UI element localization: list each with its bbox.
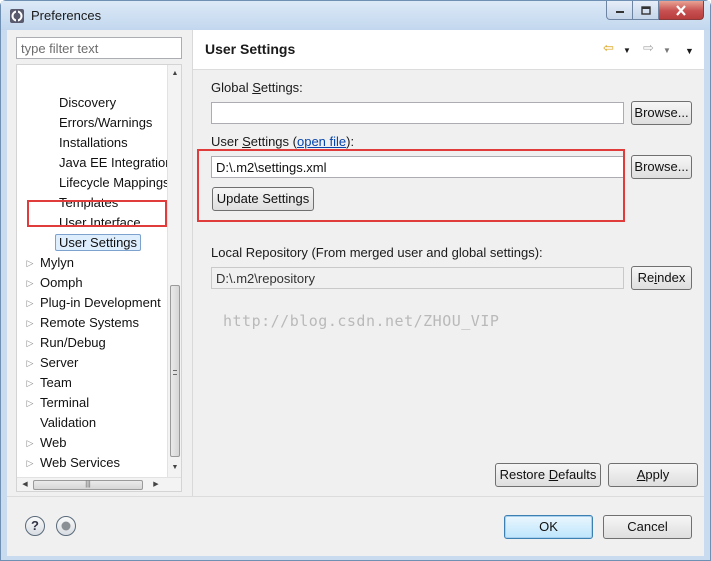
tree-item-label: Oomph (40, 275, 83, 290)
apply-button[interactable]: Apply (608, 463, 698, 487)
scroll-right-icon[interactable]: ▶ (149, 478, 163, 491)
user-settings-input[interactable] (211, 156, 624, 178)
tree-item-label: Web (40, 435, 67, 450)
page-header: User Settings ⇦ ▼ ⇨ ▼ ▼ (193, 30, 704, 70)
record-icon (61, 521, 71, 531)
tree-item-label: Java EE Integration (59, 155, 173, 170)
preferences-window: Preferences Discovery Errors/Warnings Inst… (0, 0, 711, 561)
tree-item-java-ee-integration[interactable]: Java EE Integration (59, 153, 172, 173)
back-arrow-icon[interactable]: ⇦ (603, 41, 614, 55)
forward-arrow-icon[interactable]: ⇨ (643, 41, 654, 55)
restore-defaults-button[interactable]: Restore Defaults (495, 463, 601, 487)
tree-item-label: Mylyn (40, 255, 74, 270)
expand-chevron-icon[interactable]: ▷ (24, 373, 36, 393)
eclipse-preferences-icon (10, 9, 24, 23)
horizontal-scroll-thumb[interactable]: ||| (33, 480, 143, 490)
close-icon (676, 4, 686, 16)
back-menu-chevron-icon[interactable]: ▼ (623, 44, 631, 58)
expand-chevron-icon[interactable]: ▷ (24, 353, 36, 373)
expand-chevron-icon[interactable]: ▷ (24, 273, 36, 293)
tree-item-label: Installations (59, 135, 128, 150)
user-settings-label: User Settings (open file): (211, 134, 355, 149)
tree-item-templates[interactable]: Templates (59, 193, 118, 213)
filter-input[interactable] (16, 37, 182, 59)
tree-item-label: Terminal (40, 395, 90, 410)
tree-item-user-settings[interactable]: User Settings (55, 233, 142, 253)
scroll-up-icon[interactable]: ▲ (168, 67, 181, 81)
tree-item-discovery[interactable]: Discovery (59, 93, 116, 113)
tree-item-label: Run/Debug (40, 335, 106, 350)
tree-item-label: User Settings (55, 234, 142, 251)
tree-item-run-debug[interactable]: ▷ Run/Debug (27, 333, 106, 353)
expand-chevron-icon[interactable]: ▷ (24, 313, 36, 333)
reindex-button[interactable]: Reindex (631, 266, 692, 290)
tree-item-mylyn[interactable]: ▷ Mylyn (27, 253, 74, 273)
tree-item-label: Errors/Warnings (59, 115, 153, 130)
open-file-link[interactable]: open file (297, 134, 346, 149)
vertical-scroll-thumb[interactable] (170, 285, 180, 457)
title-bar[interactable]: Preferences (1, 1, 710, 30)
tree-item-lifecycle-mappings[interactable]: Lifecycle Mappings (59, 173, 170, 193)
watermark-text: http://blog.csdn.net/ZHOU_VIP (223, 312, 500, 330)
tree-vertical-scrollbar[interactable]: ▲ ▼ (167, 65, 181, 477)
tree-item-errors-warnings[interactable]: Errors/Warnings (59, 113, 152, 133)
tree-item-team[interactable]: ▷ Team (27, 373, 72, 393)
tree-item-label: Remote Systems (40, 315, 139, 330)
scroll-left-icon[interactable]: ◀ (18, 478, 32, 491)
global-browse-button[interactable]: Browse... (631, 101, 692, 125)
tree-item-label: Plug-in Development (40, 295, 161, 310)
forward-menu-chevron-icon[interactable]: ▼ (663, 44, 671, 58)
tree-item-remote-systems[interactable]: ▷ Remote Systems (27, 313, 139, 333)
tree-item-label: Discovery (59, 95, 117, 110)
tree-item-validation[interactable]: Validation (40, 413, 96, 433)
preference-page: User Settings ⇦ ▼ ⇨ ▼ ▼ Global Settings:… (193, 30, 704, 496)
preferences-tree[interactable]: Discovery Errors/Warnings Installations Jav… (16, 64, 182, 492)
user-browse-button[interactable]: Browse... (631, 155, 692, 179)
global-settings-input[interactable] (211, 102, 624, 124)
tree-item-server[interactable]: ▷ Server (27, 353, 79, 373)
local-repository-label: Local Repository (From merged user and g… (211, 245, 543, 260)
expand-chevron-icon[interactable]: ▷ (24, 333, 36, 353)
tree-item-web[interactable]: ▷ Web (27, 433, 67, 453)
window-title: Preferences (31, 8, 102, 23)
minimize-icon (615, 11, 624, 13)
local-repository-input[interactable] (211, 267, 624, 289)
dialog-button-bar: ? OK Cancel (7, 496, 704, 556)
tree-item-installations[interactable]: Installations (59, 133, 128, 153)
tree-item-label: Team (40, 375, 72, 390)
tree-item-label: Templates (59, 195, 119, 210)
dialog-client: Discovery Errors/Warnings Installations Jav… (7, 30, 704, 556)
expand-chevron-icon[interactable]: ▷ (24, 393, 36, 413)
tree-item-web-services[interactable]: ▷ Web Services (27, 453, 120, 473)
global-settings-label: Global Settings: (211, 80, 303, 95)
help-icon[interactable]: ? (25, 516, 45, 536)
tree-item-label: Server (40, 355, 79, 370)
expand-chevron-icon[interactable]: ▷ (24, 253, 36, 273)
expand-chevron-icon[interactable]: ▷ (24, 433, 36, 453)
expand-chevron-icon[interactable]: ▷ (24, 453, 36, 473)
tree-item-oomph[interactable]: ▷ Oomph (27, 273, 83, 293)
tree-horizontal-scrollbar[interactable]: ◀ ||| ▶ (17, 477, 181, 491)
tree-item-label: Lifecycle Mappings (59, 175, 170, 190)
close-button[interactable] (659, 1, 704, 20)
tree-item-user-interface[interactable]: User Interface (59, 213, 141, 233)
ok-button[interactable]: OK (504, 515, 593, 539)
minimize-button[interactable] (606, 1, 633, 20)
expand-chevron-icon[interactable]: ▷ (24, 293, 36, 313)
page-title: User Settings (205, 41, 296, 57)
import-export-icon[interactable] (56, 516, 76, 536)
grip-icon (173, 370, 177, 375)
tree-item-plug-in-development[interactable]: ▷ Plug-in Development (27, 293, 161, 313)
tree-item-label: User Interface (59, 215, 141, 230)
update-settings-button[interactable]: Update Settings (212, 187, 314, 211)
view-menu-icon[interactable]: ▼ (685, 44, 694, 58)
tree-item-terminal[interactable]: ▷ Terminal (27, 393, 90, 413)
scroll-down-icon[interactable]: ▼ (168, 461, 181, 475)
tree-item-label: Web Services (40, 455, 120, 470)
preferences-navigation: Discovery Errors/Warnings Installations Jav… (7, 30, 189, 496)
maximize-button[interactable] (633, 1, 659, 20)
cancel-button[interactable]: Cancel (603, 515, 692, 539)
tree-item-label: Validation (40, 415, 97, 430)
maximize-icon (640, 5, 651, 15)
